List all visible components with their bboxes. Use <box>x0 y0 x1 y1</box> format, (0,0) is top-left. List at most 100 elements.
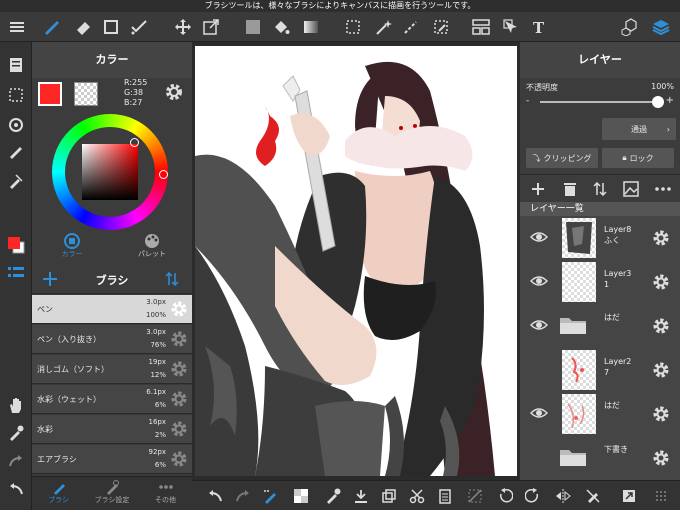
eye-icon[interactable] <box>530 318 548 332</box>
color-settings-gear-icon[interactable] <box>164 82 184 102</box>
drawing-canvas[interactable] <box>195 46 517 476</box>
layer-list-icon[interactable] <box>5 262 27 284</box>
layer-settings-gear-icon[interactable] <box>652 273 670 291</box>
layer-row[interactable]: はだ <box>520 390 680 438</box>
image-layer-icon[interactable] <box>622 180 640 198</box>
document-icon[interactable] <box>5 54 27 76</box>
opacity-plus-icon[interactable]: + <box>666 95 674 106</box>
sv-picker-handle[interactable] <box>130 138 139 147</box>
clear-selection-icon[interactable] <box>290 485 312 507</box>
brush-settings-gear-icon[interactable] <box>170 390 188 408</box>
brush-item[interactable]: ペン（入り抜き） 3.0px 76% <box>32 325 192 354</box>
select-pen-icon[interactable] <box>430 16 452 38</box>
select-pen-tool-icon[interactable] <box>128 16 150 38</box>
brush-settings-gear-icon[interactable] <box>170 330 188 348</box>
rotate-icon[interactable] <box>5 114 27 136</box>
tab-brush[interactable]: ブラシ <box>32 479 85 505</box>
brush-tool-icon[interactable] <box>40 16 62 38</box>
eraser-tool-icon[interactable] <box>72 16 94 38</box>
cut-icon[interactable] <box>406 485 428 507</box>
frame-tool-icon[interactable] <box>470 16 492 38</box>
transform-tool-icon[interactable] <box>200 16 222 38</box>
layer-more-icon[interactable] <box>654 181 672 197</box>
ruler-icon[interactable] <box>5 142 27 164</box>
flip-horizontal-icon[interactable] <box>552 485 574 507</box>
brush-item[interactable]: 水彩 16px 2% <box>32 415 192 444</box>
import-icon[interactable] <box>350 485 372 507</box>
lasso-tool-icon[interactable] <box>400 16 422 38</box>
selection-icon[interactable] <box>5 84 27 106</box>
hue-picker-handle[interactable] <box>159 170 168 179</box>
eye-icon[interactable] <box>530 230 548 244</box>
material-icon[interactable] <box>620 16 642 38</box>
color-swatch-button[interactable] <box>5 234 27 256</box>
tab-color[interactable]: カラー <box>32 232 112 264</box>
bucket-tool-icon[interactable] <box>270 16 292 38</box>
magic-wand-tool-icon[interactable] <box>372 16 394 38</box>
tab-palette[interactable]: パレット <box>112 232 192 264</box>
saturation-value-square[interactable] <box>82 144 138 200</box>
reorder-layer-icon[interactable] <box>592 181 608 197</box>
brush-item[interactable]: エアブラシ 92px 6% <box>32 445 192 474</box>
trash-icon[interactable] <box>562 181 578 197</box>
primary-color-swatch[interactable] <box>38 82 62 106</box>
clipping-button[interactable]: ⤵ クリッピング <box>526 148 598 168</box>
redo-icon[interactable] <box>5 450 27 472</box>
fill-color-tool-icon[interactable] <box>242 16 264 38</box>
brush-select-icon[interactable] <box>260 485 282 507</box>
deselect-icon[interactable] <box>464 485 486 507</box>
layer-settings-gear-icon[interactable] <box>652 361 670 379</box>
opacity-slider-handle[interactable] <box>652 96 664 108</box>
layer-row[interactable]: はだ <box>520 302 680 350</box>
layer-row[interactable]: 下書き <box>520 434 680 480</box>
undo-button-icon[interactable] <box>204 485 226 507</box>
snap-icon[interactable] <box>5 170 27 192</box>
brush-item[interactable]: ペン 3.0px 100% <box>32 295 192 324</box>
lock-button[interactable]: 🔒︎ ロック <box>602 148 674 168</box>
text-tool-icon[interactable]: T <box>528 16 550 38</box>
layer-settings-gear-icon[interactable] <box>652 405 670 423</box>
layer-settings-gear-icon[interactable] <box>652 317 670 335</box>
fullscreen-icon[interactable] <box>618 485 640 507</box>
add-layer-icon[interactable] <box>530 181 546 197</box>
sort-brushes-icon[interactable] <box>164 271 180 287</box>
brush-settings-gear-icon[interactable] <box>170 360 188 378</box>
eye-icon[interactable] <box>530 406 548 420</box>
eyedropper-icon[interactable] <box>5 422 27 444</box>
layer-settings-gear-icon[interactable] <box>652 229 670 247</box>
move-tool-icon[interactable] <box>172 16 194 38</box>
rotate-right-icon[interactable] <box>522 485 544 507</box>
redo-button-icon[interactable] <box>232 485 254 507</box>
grid-menu-icon[interactable] <box>650 485 672 507</box>
shape-tool-icon[interactable] <box>100 16 122 38</box>
brush-settings-gear-icon[interactable] <box>170 300 188 318</box>
operation-tool-icon[interactable] <box>500 16 522 38</box>
menu-icon[interactable] <box>6 16 28 38</box>
layer-row[interactable]: Layer3 1 <box>520 258 680 306</box>
tab-more[interactable]: その他 <box>139 479 192 505</box>
opacity-slider[interactable] <box>540 101 658 103</box>
eye-icon[interactable] <box>530 274 548 288</box>
blend-mode-button[interactable]: 通過 › <box>602 118 676 140</box>
paste-icon[interactable] <box>434 485 456 507</box>
layer-row[interactable]: Layer2 7 <box>520 346 680 394</box>
select-rect-tool-icon[interactable] <box>342 16 364 38</box>
undo-icon[interactable] <box>5 478 27 500</box>
brush-settings-gear-icon[interactable] <box>170 450 188 468</box>
copy-icon[interactable] <box>378 485 400 507</box>
brush-item[interactable]: 消しゴム（ソフト） 19px 12% <box>32 355 192 384</box>
brush-item[interactable]: 水彩（ウェット） 6.1px 6% <box>32 385 192 414</box>
layer-settings-gear-icon[interactable] <box>652 449 670 467</box>
tab-brush-settings[interactable]: ブラシ設定 <box>85 479 139 505</box>
layer-row[interactable]: Layer8 ふく <box>520 216 680 262</box>
layer-panel-icon[interactable] <box>650 16 672 38</box>
secondary-color-swatch[interactable] <box>74 82 98 106</box>
brush-settings-gear-icon[interactable] <box>170 420 188 438</box>
eyedropper-bottom-icon[interactable] <box>322 485 344 507</box>
snap-off-icon[interactable] <box>582 485 604 507</box>
gradient-tool-icon[interactable] <box>300 16 322 38</box>
opacity-minus-icon[interactable]: - <box>526 96 529 106</box>
hand-icon[interactable] <box>5 394 27 416</box>
brush-name: エアブラシ <box>37 455 77 464</box>
rotate-left-icon[interactable] <box>494 485 516 507</box>
